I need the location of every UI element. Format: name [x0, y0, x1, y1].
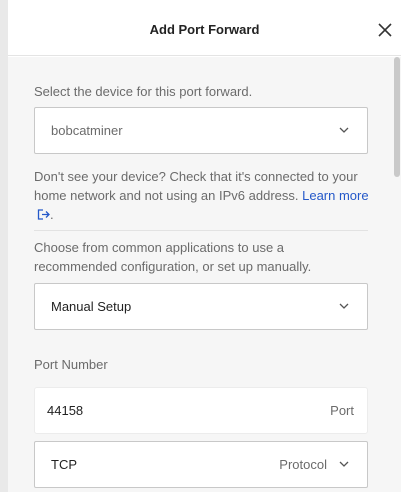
dialog-header: Add Port Forward	[8, 0, 401, 56]
port-forward-dialog: Add Port Forward Select the device for t…	[8, 0, 401, 492]
scrollbar-track[interactable]	[394, 57, 401, 492]
device-select-value: bobcatminer	[51, 123, 123, 138]
chevron-down-icon	[339, 461, 349, 467]
protocol-value: TCP	[51, 457, 77, 472]
scrollbar-thumb[interactable]	[394, 57, 400, 177]
protocol-select[interactable]: TCP Protocol	[34, 441, 368, 488]
port-suffix: Port	[330, 403, 354, 418]
dialog-body: Select the device for this port forward.…	[8, 57, 401, 492]
chevron-down-icon	[339, 303, 349, 309]
close-icon[interactable]	[376, 21, 394, 39]
external-link-icon	[37, 209, 50, 220]
port-number-label: Port Number	[34, 357, 108, 372]
application-select[interactable]: Manual Setup	[34, 283, 368, 330]
port-number-field: Port	[34, 387, 368, 434]
chevron-down-icon	[339, 127, 349, 133]
port-number-input[interactable]	[47, 388, 297, 433]
dialog-title: Add Port Forward	[149, 22, 260, 37]
divider	[34, 230, 368, 231]
device-help-text: Don't see your device? Check that it's c…	[34, 167, 372, 224]
help-period: .	[50, 207, 54, 222]
protocol-label: Protocol	[279, 457, 327, 472]
learn-more-label: Learn more	[302, 188, 369, 203]
application-select-value: Manual Setup	[51, 299, 132, 314]
device-select[interactable]: bobcatminer	[34, 107, 368, 154]
application-label: Choose from common applications to use a…	[34, 240, 312, 274]
device-label: Select the device for this port forward.	[34, 84, 253, 99]
